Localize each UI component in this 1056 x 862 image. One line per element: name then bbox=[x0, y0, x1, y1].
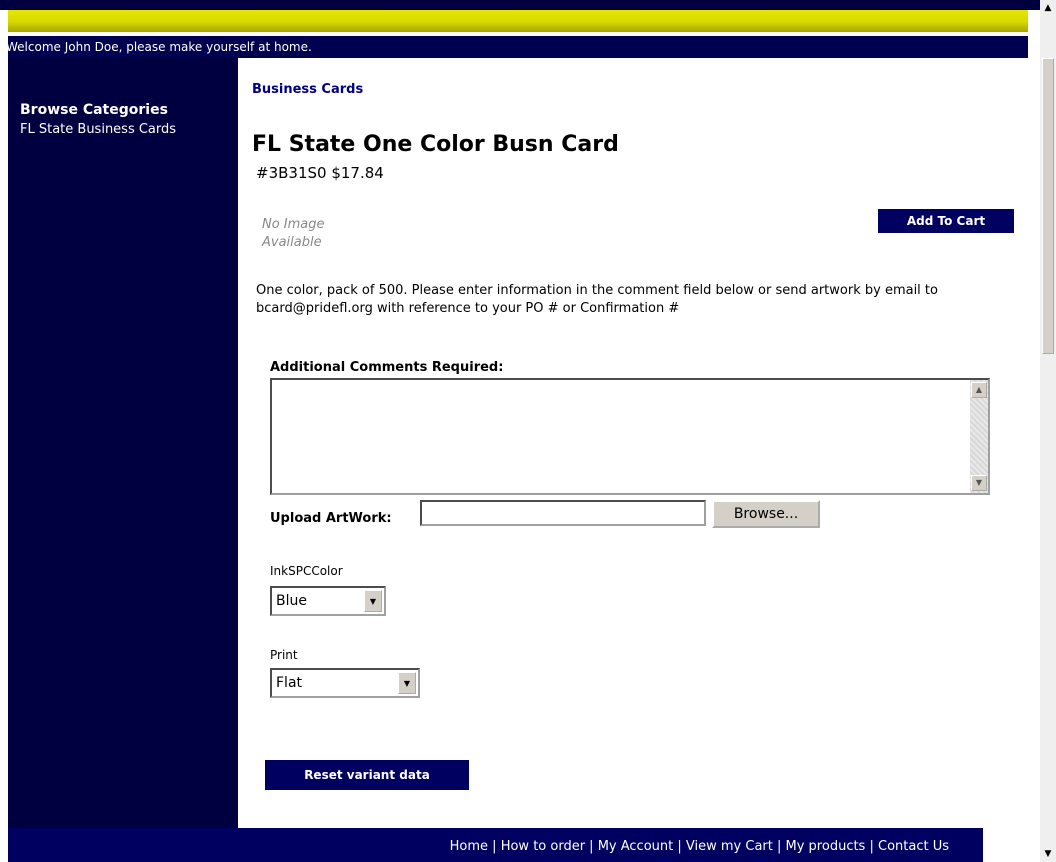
welcome-bar: Welcome John Doe, please make yourself a… bbox=[6, 36, 1028, 58]
ink-color-select[interactable]: Blue ▼ bbox=[270, 586, 386, 616]
footer-link-how-to-order[interactable]: How to order bbox=[501, 839, 585, 854]
no-image-placeholder: No Image Available bbox=[262, 217, 325, 250]
page-scrollbar[interactable]: ▲ ▼ bbox=[1040, 0, 1056, 862]
up-arrow-icon[interactable]: ▲ bbox=[1040, 0, 1056, 16]
upload-label: Upload ArtWork: bbox=[270, 511, 392, 526]
footer-link-home[interactable]: Home bbox=[450, 839, 488, 854]
breadcrumb[interactable]: Business Cards bbox=[252, 82, 363, 97]
product-title: FL State One Color Busn Card bbox=[252, 132, 619, 157]
comments-textarea[interactable]: ▲ ▼ bbox=[270, 378, 990, 495]
footer-separator: | bbox=[585, 839, 598, 854]
up-arrow-icon[interactable]: ▲ bbox=[971, 382, 987, 398]
down-arrow-icon[interactable]: ▼ bbox=[1040, 846, 1056, 862]
footer-separator: | bbox=[488, 839, 501, 854]
reset-variant-button[interactable]: Reset variant data bbox=[265, 760, 469, 790]
product-sku-price: #3B31S0 $17.84 bbox=[256, 164, 384, 182]
footer-link-my-products[interactable]: My products bbox=[786, 839, 866, 854]
footer-nav: Home | How to order | My Account | View … bbox=[8, 828, 983, 862]
footer-link-my-account[interactable]: My Account bbox=[598, 839, 674, 854]
print-select[interactable]: Flat ▼ bbox=[270, 668, 420, 698]
footer-separator: | bbox=[772, 839, 786, 854]
chevron-down-icon[interactable]: ▼ bbox=[398, 672, 416, 694]
ink-color-label: InkSPCColor bbox=[270, 564, 343, 578]
comments-scrollbar[interactable]: ▲ ▼ bbox=[970, 380, 988, 493]
print-label: Print bbox=[270, 648, 298, 662]
comments-label: Additional Comments Required: bbox=[270, 360, 504, 375]
upload-file-input[interactable] bbox=[420, 500, 706, 526]
footer-separator: | bbox=[673, 839, 686, 854]
add-to-cart-button[interactable]: Add To Cart bbox=[878, 209, 1014, 233]
ink-color-value: Blue bbox=[276, 593, 307, 609]
scrollbar-thumb[interactable] bbox=[1042, 58, 1054, 354]
footer-separator: | bbox=[865, 839, 878, 854]
down-arrow-icon[interactable]: ▼ bbox=[971, 475, 987, 491]
footer-link-view-cart[interactable]: View my Cart bbox=[686, 839, 773, 854]
chevron-down-icon[interactable]: ▼ bbox=[364, 590, 382, 612]
header-yellow-band bbox=[8, 10, 1028, 32]
browse-button[interactable]: Browse... bbox=[712, 500, 820, 528]
main-content: Business Cards FL State One Color Busn C… bbox=[238, 58, 1028, 828]
sidebar: Browse Categories FL State Business Card… bbox=[8, 58, 238, 828]
print-value: Flat bbox=[276, 675, 303, 691]
sidebar-item-fl-state-business-cards[interactable]: FL State Business Cards bbox=[20, 122, 176, 137]
footer-link-contact-us[interactable]: Contact Us bbox=[878, 839, 949, 854]
top-border-bar bbox=[0, 0, 1040, 10]
welcome-text: Welcome John Doe, please make yourself a… bbox=[6, 40, 312, 54]
sidebar-title: Browse Categories bbox=[20, 102, 168, 118]
product-description: One color, pack of 500. Please enter inf… bbox=[256, 283, 938, 316]
